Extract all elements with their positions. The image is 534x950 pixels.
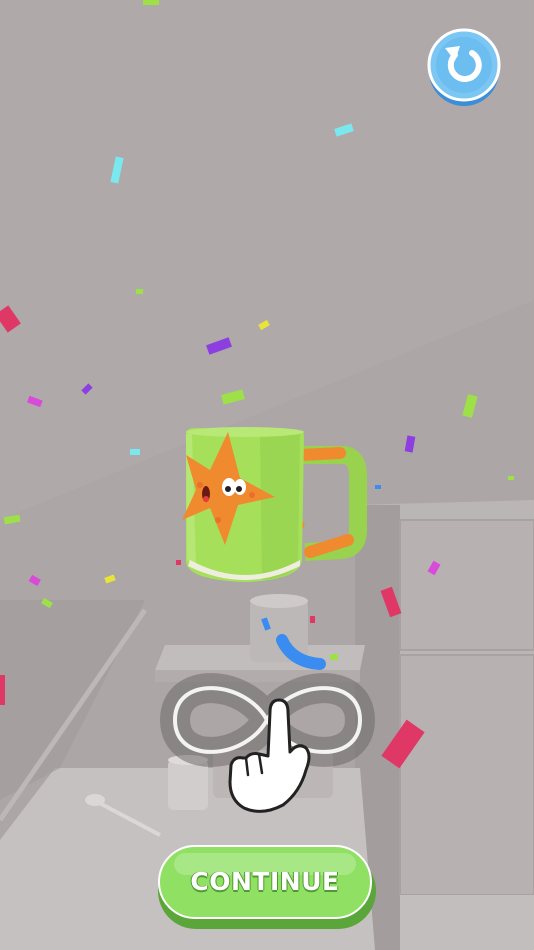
background-cabinet [355, 500, 534, 950]
continue-label: CONTINUE [190, 867, 340, 896]
continue-button[interactable]: CONTINUE [158, 845, 376, 929]
restart-icon [427, 28, 501, 106]
restart-button[interactable] [427, 28, 501, 106]
game-scene [0, 0, 534, 950]
